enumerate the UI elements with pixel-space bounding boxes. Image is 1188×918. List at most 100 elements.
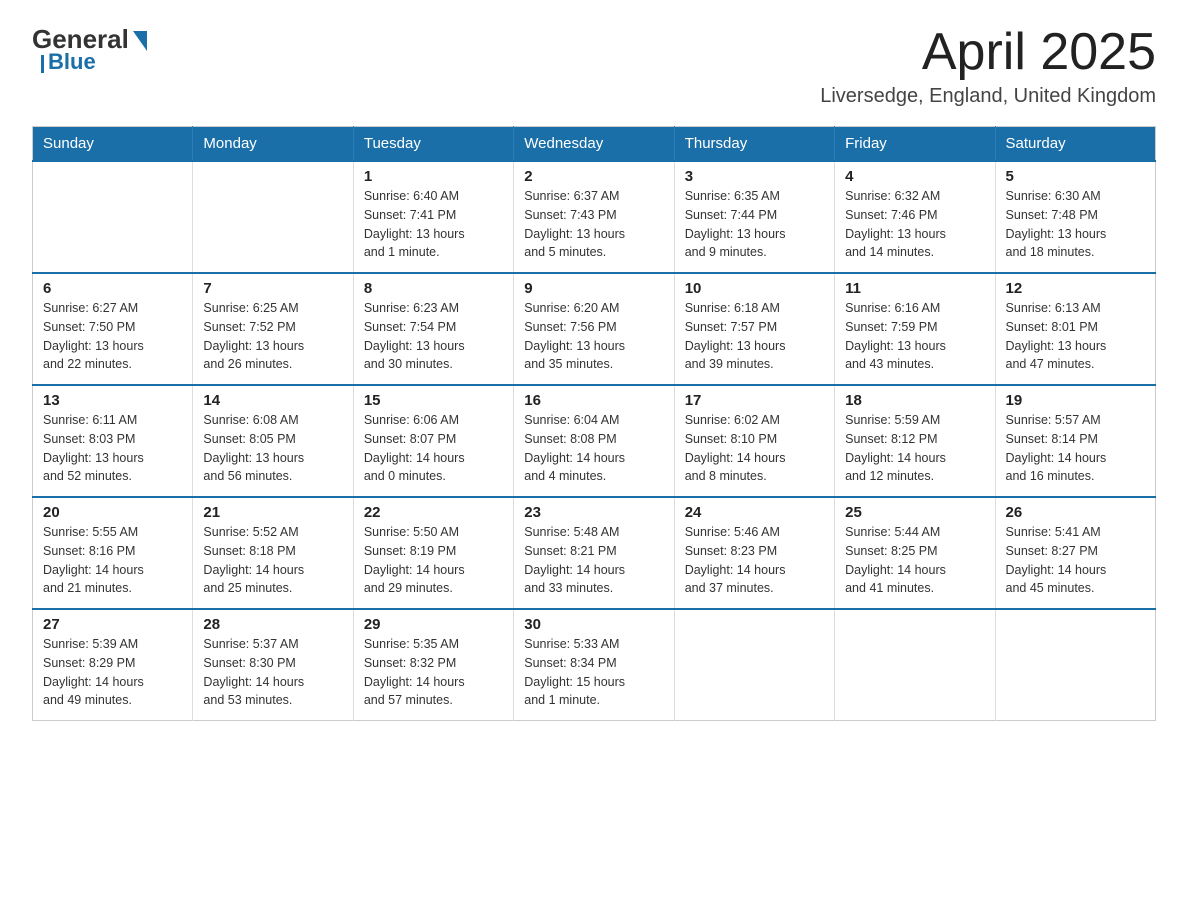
calendar-cell: 5Sunrise: 6:30 AMSunset: 7:48 PMDaylight… (995, 161, 1155, 273)
calendar-cell: 11 Sunrise: 6:16 AMSunset: 7:59 PMDayligh… (835, 273, 995, 385)
day-detail: Sunrise: 5:39 AMSunset: 8:29 PMDaylight:… (43, 635, 182, 710)
day-number: 28 (203, 616, 342, 633)
day-detail: Sunrise: 6:16 AMSunset: 7:59 PMDaylight:… (845, 299, 984, 374)
calendar-cell: 22 Sunrise: 5:50 AMSunset: 8:19 PMDayligh… (353, 497, 513, 609)
calendar-cell: 9 Sunrise: 6:20 AMSunset: 7:56 PMDaylight… (514, 273, 674, 385)
day-detail: Sunrise: 6:13 AMSunset: 8:01 PMDaylight:… (1006, 299, 1145, 374)
day-number: 20 (43, 504, 182, 521)
day-detail: Sunrise: 5:50 AMSunset: 8:19 PMDaylight:… (364, 523, 503, 598)
calendar-cell (674, 609, 834, 721)
calendar-cell (995, 609, 1155, 721)
day-number: 27 (43, 616, 182, 633)
day-detail: Sunrise: 6:37 AMSunset: 7:43 PMDaylight:… (524, 187, 663, 262)
day-number: 16 (524, 392, 663, 409)
header-wednesday: Wednesday (514, 127, 674, 162)
day-detail: Sunrise: 6:30 AMSunset: 7:48 PMDaylight:… (1006, 187, 1145, 262)
day-detail: Sunrise: 6:02 AMSunset: 8:10 PMDaylight:… (685, 411, 824, 486)
day-detail: Sunrise: 5:44 AMSunset: 8:25 PMDaylight:… (845, 523, 984, 598)
calendar-cell: 19Sunrise: 5:57 AMSunset: 8:14 PMDayligh… (995, 385, 1155, 497)
calendar-cell: 20 Sunrise: 5:55 AMSunset: 8:16 PMDayligh… (33, 497, 193, 609)
day-number: 2 (524, 168, 663, 185)
day-detail: Sunrise: 6:04 AMSunset: 8:08 PMDaylight:… (524, 411, 663, 486)
day-detail: Sunrise: 5:46 AMSunset: 8:23 PMDaylight:… (685, 523, 824, 598)
calendar-cell: 16 Sunrise: 6:04 AMSunset: 8:08 PMDayligh… (514, 385, 674, 497)
day-number: 21 (203, 504, 342, 521)
day-number: 24 (685, 504, 824, 521)
day-number: 4 (845, 168, 984, 185)
day-number: 29 (364, 616, 503, 633)
title-block: April 2025 Liversedge, England, United K… (820, 24, 1156, 108)
calendar-week-row: 1 Sunrise: 6:40 AMSunset: 7:41 PMDaylight… (33, 161, 1156, 273)
page-header: General Blue April 2025 Liversedge, Engl… (32, 24, 1156, 108)
day-detail: Sunrise: 6:35 AMSunset: 7:44 PMDaylight:… (685, 187, 824, 262)
day-number: 26 (1006, 504, 1145, 521)
day-number: 30 (524, 616, 663, 633)
day-detail: Sunrise: 6:20 AMSunset: 7:56 PMDaylight:… (524, 299, 663, 374)
header-saturday: Saturday (995, 127, 1155, 162)
calendar-cell: 30 Sunrise: 5:33 AMSunset: 8:34 PMDayligh… (514, 609, 674, 721)
calendar-cell: 3 Sunrise: 6:35 AMSunset: 7:44 PMDaylight… (674, 161, 834, 273)
day-detail: Sunrise: 6:32 AMSunset: 7:46 PMDaylight:… (845, 187, 984, 262)
calendar-cell: 17 Sunrise: 6:02 AMSunset: 8:10 PMDayligh… (674, 385, 834, 497)
calendar-cell: 28Sunrise: 5:37 AMSunset: 8:30 PMDayligh… (193, 609, 353, 721)
day-detail: Sunrise: 5:35 AMSunset: 8:32 PMDaylight:… (364, 635, 503, 710)
day-number: 13 (43, 392, 182, 409)
day-number: 1 (364, 168, 503, 185)
calendar-cell: 4 Sunrise: 6:32 AMSunset: 7:46 PMDaylight… (835, 161, 995, 273)
day-number: 22 (364, 504, 503, 521)
calendar-cell (33, 161, 193, 273)
calendar-cell: 15Sunrise: 6:06 AMSunset: 8:07 PMDayligh… (353, 385, 513, 497)
calendar-cell: 25 Sunrise: 5:44 AMSunset: 8:25 PMDayligh… (835, 497, 995, 609)
day-detail: Sunrise: 6:27 AMSunset: 7:50 PMDaylight:… (43, 299, 182, 374)
day-number: 8 (364, 280, 503, 297)
header-tuesday: Tuesday (353, 127, 513, 162)
calendar-cell: 2 Sunrise: 6:37 AMSunset: 7:43 PMDaylight… (514, 161, 674, 273)
day-detail: Sunrise: 5:55 AMSunset: 8:16 PMDaylight:… (43, 523, 182, 598)
day-number: 10 (685, 280, 824, 297)
day-detail: Sunrise: 6:11 AMSunset: 8:03 PMDaylight:… (43, 411, 182, 486)
calendar-cell: 10 Sunrise: 6:18 AMSunset: 7:57 PMDayligh… (674, 273, 834, 385)
day-number: 7 (203, 280, 342, 297)
day-detail: Sunrise: 6:08 AMSunset: 8:05 PMDaylight:… (203, 411, 342, 486)
calendar-cell: 21 Sunrise: 5:52 AMSunset: 8:18 PMDayligh… (193, 497, 353, 609)
day-detail: Sunrise: 6:25 AMSunset: 7:52 PMDaylight:… (203, 299, 342, 374)
calendar-cell: 23Sunrise: 5:48 AMSunset: 8:21 PMDayligh… (514, 497, 674, 609)
calendar-cell (835, 609, 995, 721)
logo-triangle-icon (133, 31, 147, 51)
day-detail: Sunrise: 5:52 AMSunset: 8:18 PMDaylight:… (203, 523, 342, 598)
day-number: 12 (1006, 280, 1145, 297)
day-number: 6 (43, 280, 182, 297)
day-detail: Sunrise: 6:23 AMSunset: 7:54 PMDaylight:… (364, 299, 503, 374)
page-subtitle: Liversedge, England, United Kingdom (820, 85, 1156, 108)
calendar-week-row: 27 Sunrise: 5:39 AMSunset: 8:29 PMDayligh… (33, 609, 1156, 721)
calendar-week-row: 6 Sunrise: 6:27 AMSunset: 7:50 PMDaylight… (33, 273, 1156, 385)
day-number: 11 (845, 280, 984, 297)
calendar-cell: 1 Sunrise: 6:40 AMSunset: 7:41 PMDaylight… (353, 161, 513, 273)
header-sunday: Sunday (33, 127, 193, 162)
calendar-week-row: 13 Sunrise: 6:11 AMSunset: 8:03 PMDayligh… (33, 385, 1156, 497)
header-monday: Monday (193, 127, 353, 162)
day-number: 17 (685, 392, 824, 409)
calendar-week-row: 20 Sunrise: 5:55 AMSunset: 8:16 PMDayligh… (33, 497, 1156, 609)
calendar-cell (193, 161, 353, 273)
logo: General Blue (32, 24, 147, 75)
day-number: 15 (364, 392, 503, 409)
day-detail: Sunrise: 6:40 AMSunset: 7:41 PMDaylight:… (364, 187, 503, 262)
day-detail: Sunrise: 5:33 AMSunset: 8:34 PMDaylight:… (524, 635, 663, 710)
day-number: 9 (524, 280, 663, 297)
page-title: April 2025 (820, 24, 1156, 81)
header-thursday: Thursday (674, 127, 834, 162)
day-number: 3 (685, 168, 824, 185)
calendar-cell: 27 Sunrise: 5:39 AMSunset: 8:29 PMDayligh… (33, 609, 193, 721)
day-number: 18 (845, 392, 984, 409)
calendar-cell: 29 Sunrise: 5:35 AMSunset: 8:32 PMDayligh… (353, 609, 513, 721)
day-detail: Sunrise: 5:59 AMSunset: 8:12 PMDaylight:… (845, 411, 984, 486)
day-number: 25 (845, 504, 984, 521)
day-detail: Sunrise: 6:18 AMSunset: 7:57 PMDaylight:… (685, 299, 824, 374)
calendar-cell: 8 Sunrise: 6:23 AMSunset: 7:54 PMDaylight… (353, 273, 513, 385)
calendar-table: SundayMondayTuesdayWednesdayThursdayFrid… (32, 126, 1156, 721)
logo-blue: Blue (48, 49, 96, 75)
calendar-header-row: SundayMondayTuesdayWednesdayThursdayFrid… (33, 127, 1156, 162)
day-detail: Sunrise: 5:57 AMSunset: 8:14 PMDaylight:… (1006, 411, 1145, 486)
calendar-cell: 12 Sunrise: 6:13 AMSunset: 8:01 PMDayligh… (995, 273, 1155, 385)
